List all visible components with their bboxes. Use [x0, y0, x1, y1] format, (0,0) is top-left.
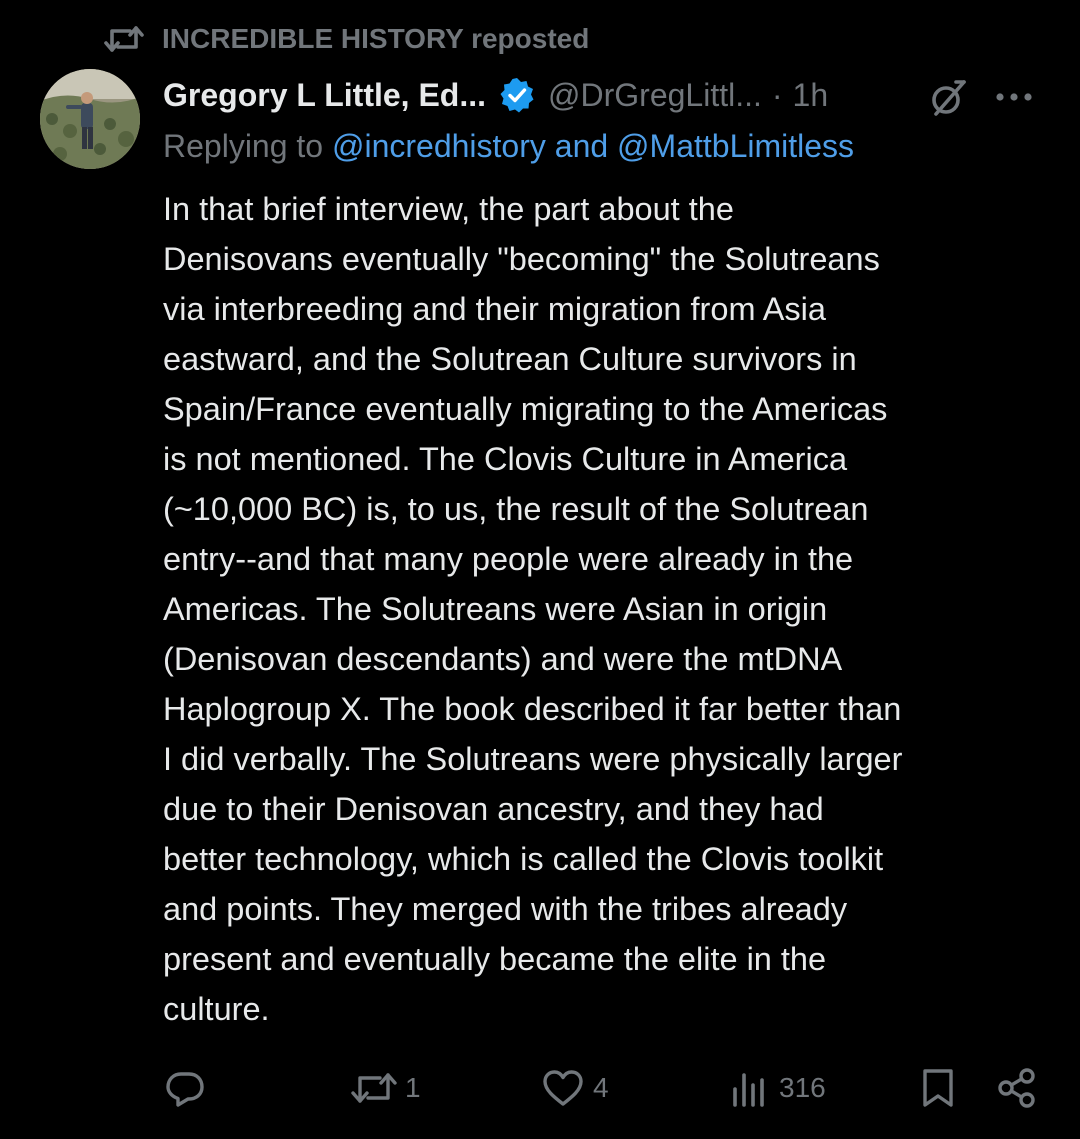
repost-icon: [104, 22, 144, 56]
replying-joiner: and: [545, 128, 618, 164]
repost-icon: [351, 1067, 397, 1109]
views-button[interactable]: 316: [731, 1062, 826, 1114]
bookmark-icon: [920, 1067, 956, 1109]
verified-icon[interactable]: [498, 76, 536, 114]
avatar[interactable]: [40, 69, 140, 169]
repost-count: 1: [405, 1072, 421, 1103]
post-time[interactable]: 1h: [793, 77, 829, 114]
replying-prefix: Replying to: [163, 128, 332, 164]
mention-mattblimitless[interactable]: @MattbLimitless: [617, 128, 854, 164]
views-count: 316: [779, 1072, 826, 1103]
repost-button[interactable]: 1: [351, 1062, 421, 1114]
repost-label: INCREDIBLE HISTORY reposted: [162, 23, 590, 54]
action-bar: 1 4 316: [0, 1062, 1080, 1114]
post-header: Gregory L Little, Ed... @DrGregLittl... …: [163, 70, 828, 120]
mention-incredhistory[interactable]: @incredhistory: [332, 128, 546, 164]
views-icon: [731, 1067, 771, 1109]
reply-button[interactable]: [164, 1062, 214, 1114]
repost-indicator[interactable]: INCREDIBLE HISTORY reposted: [104, 20, 589, 58]
like-button[interactable]: 4: [541, 1062, 609, 1114]
like-count: 4: [593, 1072, 609, 1103]
share-button[interactable]: [996, 1062, 1038, 1114]
post-body: In that brief interview, the part about …: [163, 191, 903, 1027]
author-handle[interactable]: @DrGregLittl...: [548, 77, 762, 114]
share-icon: [996, 1067, 1038, 1109]
replying-to: Replying to @incredhistory and @MattbLim…: [163, 128, 854, 165]
more-icon[interactable]: [994, 84, 1034, 110]
author-name[interactable]: Gregory L Little, Ed...: [163, 77, 486, 114]
separator-dot: ·: [771, 76, 783, 113]
like-icon: [541, 1067, 585, 1109]
grok-icon[interactable]: [926, 76, 970, 120]
reply-icon: [164, 1067, 206, 1109]
bookmark-button[interactable]: [920, 1062, 956, 1114]
